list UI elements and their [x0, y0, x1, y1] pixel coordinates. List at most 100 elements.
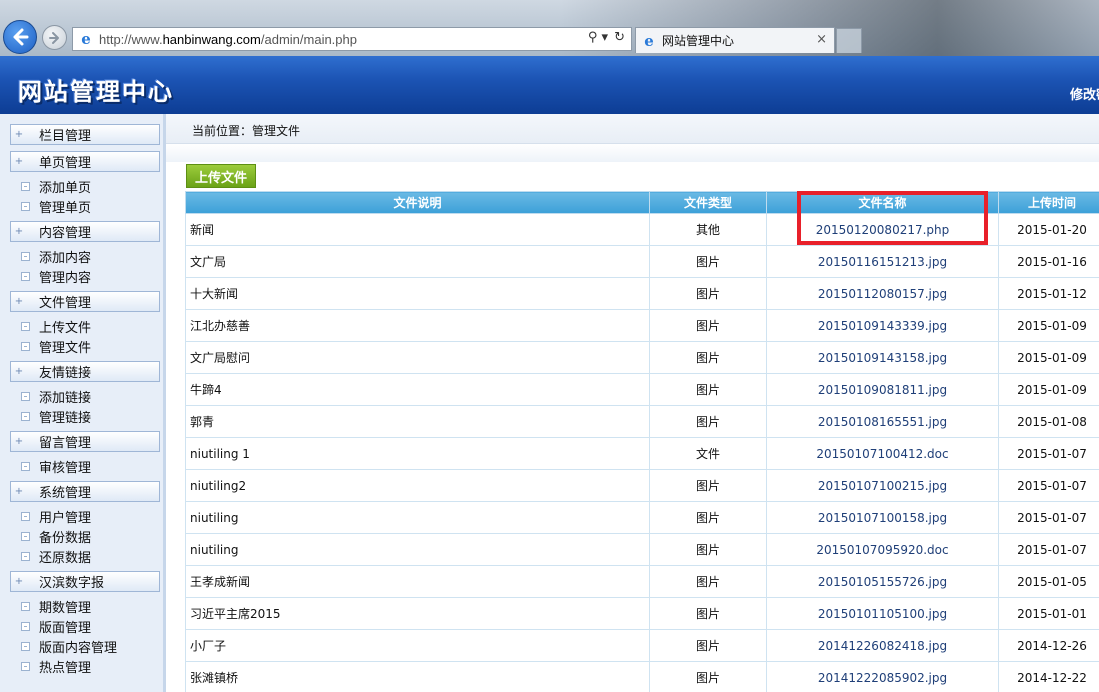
table-row[interactable]: 郭青 图片 20150108165551.jpg 2015-01-08	[185, 405, 1099, 438]
cell-filename[interactable]: 20150107100215.jpg	[766, 469, 999, 502]
refresh-icon[interactable]: ↻	[614, 30, 625, 45]
cell-filename[interactable]: 20150107100412.doc	[766, 437, 999, 470]
cell-filename[interactable]: 20150112080157.jpg	[766, 277, 999, 310]
address-bar[interactable]: e http://www.hanbinwang.com/admin/main.p…	[72, 27, 632, 51]
cell-filename[interactable]: 20141226082418.jpg	[766, 629, 999, 662]
menu-header[interactable]: + 内容管理	[10, 221, 160, 242]
cell-filename[interactable]: 20150107100158.jpg	[766, 501, 999, 534]
forward-button[interactable]	[42, 25, 67, 50]
sidebar-item[interactable]: 热点管理	[21, 656, 160, 676]
cell-description: 文广局	[185, 245, 650, 278]
column-header-type[interactable]: 文件类型	[649, 191, 767, 214]
sidebar-item[interactable]: 用户管理	[21, 506, 160, 526]
sub-bar	[166, 144, 1099, 162]
table-row[interactable]: 文广局慰问 图片 20150109143158.jpg 2015-01-09	[185, 341, 1099, 374]
item-bullet-icon	[21, 551, 30, 561]
table-row[interactable]: niutiling 图片 20150107100158.jpg 2015-01-07	[185, 501, 1099, 534]
sidebar-item[interactable]: 版面内容管理	[21, 636, 160, 656]
sidebar-item[interactable]: 管理文件	[21, 336, 160, 356]
sidebar-item[interactable]: 上传文件	[21, 316, 160, 336]
cell-description: 新闻	[185, 213, 650, 246]
item-bullet-icon	[21, 391, 30, 401]
menu-header[interactable]: + 友情链接	[10, 361, 160, 382]
sidebar-item[interactable]: 期数管理	[21, 596, 160, 616]
menu-header-label: 内容管理	[39, 226, 92, 241]
back-button[interactable]	[3, 20, 37, 54]
column-header-filename[interactable]: 文件名称	[766, 191, 999, 214]
table-row[interactable]: 小厂子 图片 20141226082418.jpg 2014-12-26	[185, 629, 1099, 662]
table-row[interactable]: 文广局 图片 20150116151213.jpg 2015-01-16	[185, 245, 1099, 278]
upload-file-button[interactable]: 上传文件	[186, 164, 256, 188]
cell-upload-time: 2015-01-08	[998, 405, 1099, 438]
cell-upload-time: 2015-01-07	[998, 533, 1099, 566]
item-bullet-icon	[21, 411, 30, 421]
cell-description: 文广局慰问	[185, 341, 650, 374]
cell-filename[interactable]: 20150108165551.jpg	[766, 405, 999, 438]
item-bullet-icon	[21, 251, 30, 261]
table-row[interactable]: niutiling 1 文件 20150107100412.doc 2015-01-0…	[185, 437, 1099, 470]
expand-icon: +	[14, 296, 24, 307]
close-icon[interactable]: ×	[816, 32, 827, 47]
column-header-upload-time[interactable]: 上传时间	[998, 191, 1099, 214]
table-row[interactable]: niutiling2 图片 20150107100215.jpg 2015-01-07	[185, 469, 1099, 502]
cell-description: 牛蹄4	[185, 373, 650, 406]
cell-filename[interactable]: 20150116151213.jpg	[766, 245, 999, 278]
cell-upload-time: 2015-01-20	[998, 213, 1099, 246]
table-row[interactable]: 张滩镇桥 图片 20141222085902.jpg 2014-12-22	[185, 661, 1099, 692]
sidebar-item[interactable]: 管理单页	[21, 196, 160, 216]
table-row[interactable]: 王孝成新闻 图片 20150105155726.jpg 2015-01-05	[185, 565, 1099, 598]
cell-filename[interactable]: 20150107095920.doc	[766, 533, 999, 566]
sidebar-item[interactable]: 管理链接	[21, 406, 160, 426]
sidebar-item[interactable]: 审核管理	[21, 456, 160, 476]
sidebar-item-label: 添加单页	[39, 180, 92, 196]
menu-header[interactable]: + 留言管理	[10, 431, 160, 452]
breadcrumb: 当前位置：管理文件	[166, 114, 1099, 144]
browser-tab[interactable]: e 网站管理中心 ×	[635, 27, 835, 53]
expand-icon: +	[14, 156, 24, 167]
app-header: 网站管理中心 修改密码	[0, 56, 1099, 114]
sidebar-item[interactable]: 添加单页	[21, 176, 160, 196]
cell-filename[interactable]: 20150101105100.jpg	[766, 597, 999, 630]
url-host: hanbinwang.com	[162, 31, 261, 47]
cell-description: niutiling	[185, 533, 650, 566]
search-dropdown-icon[interactable]: ⚲ ▾	[588, 30, 608, 45]
cell-filename[interactable]: 20150109143339.jpg	[766, 309, 999, 342]
cell-filename[interactable]: 20150109143158.jpg	[766, 341, 999, 374]
menu-header[interactable]: + 系统管理	[10, 481, 160, 502]
table-row[interactable]: 新闻 其他 20150120080217.php 2015-01-20	[185, 213, 1099, 246]
sidebar-item[interactable]: 添加链接	[21, 386, 160, 406]
expand-icon: +	[14, 226, 24, 237]
table-row[interactable]: 习近平主席2015 图片 20150101105100.jpg 2015-01-01	[185, 597, 1099, 630]
expand-icon: +	[14, 486, 24, 497]
sidebar-item[interactable]: 管理内容	[21, 266, 160, 286]
cell-filename[interactable]: 20150120080217.php	[766, 213, 999, 246]
change-password-link[interactable]: 修改密码	[1070, 84, 1099, 103]
sidebar-item[interactable]: 添加内容	[21, 246, 160, 266]
cell-type: 其他	[649, 213, 767, 246]
menu-header[interactable]: + 文件管理	[10, 291, 160, 312]
sidebar-item[interactable]: 还原数据	[21, 546, 160, 566]
sidebar-item-label: 管理单页	[39, 200, 92, 216]
item-bullet-icon	[21, 341, 30, 351]
app-title: 网站管理中心	[18, 78, 174, 106]
sidebar-item-label: 管理文件	[39, 340, 92, 356]
column-header-description[interactable]: 文件说明	[185, 191, 650, 214]
cell-filename[interactable]: 20150109081811.jpg	[766, 373, 999, 406]
menu-header[interactable]: + 汉滨数字报	[10, 571, 160, 592]
sidebar-item[interactable]: 备份数据	[21, 526, 160, 546]
menu-header[interactable]: + 栏目管理	[10, 124, 160, 145]
table-row[interactable]: niutiling 图片 20150107095920.doc 2015-01-07	[185, 533, 1099, 566]
cell-filename[interactable]: 20150105155726.jpg	[766, 565, 999, 598]
new-tab-button[interactable]	[836, 28, 862, 53]
item-bullet-icon	[21, 461, 30, 471]
table-row[interactable]: 牛蹄4 图片 20150109081811.jpg 2015-01-09	[185, 373, 1099, 406]
cell-description: niutiling 1	[185, 437, 650, 470]
table-row[interactable]: 十大新闻 图片 20150112080157.jpg 2015-01-12	[185, 277, 1099, 310]
url-path: /admin/main.php	[260, 31, 357, 47]
table-row[interactable]: 江北办慈善 图片 20150109143339.jpg 2015-01-09	[185, 309, 1099, 342]
file-table-wrapper: 文件说明 文件类型 文件名称 上传时间 新闻 其他 20150120080217.p…	[185, 191, 1099, 692]
url-text[interactable]: http://www.hanbinwang.com/admin/main.php	[99, 32, 357, 47]
cell-filename[interactable]: 20141222085902.jpg	[766, 661, 999, 692]
menu-header[interactable]: + 单页管理	[10, 151, 160, 172]
sidebar-item[interactable]: 版面管理	[21, 616, 160, 636]
